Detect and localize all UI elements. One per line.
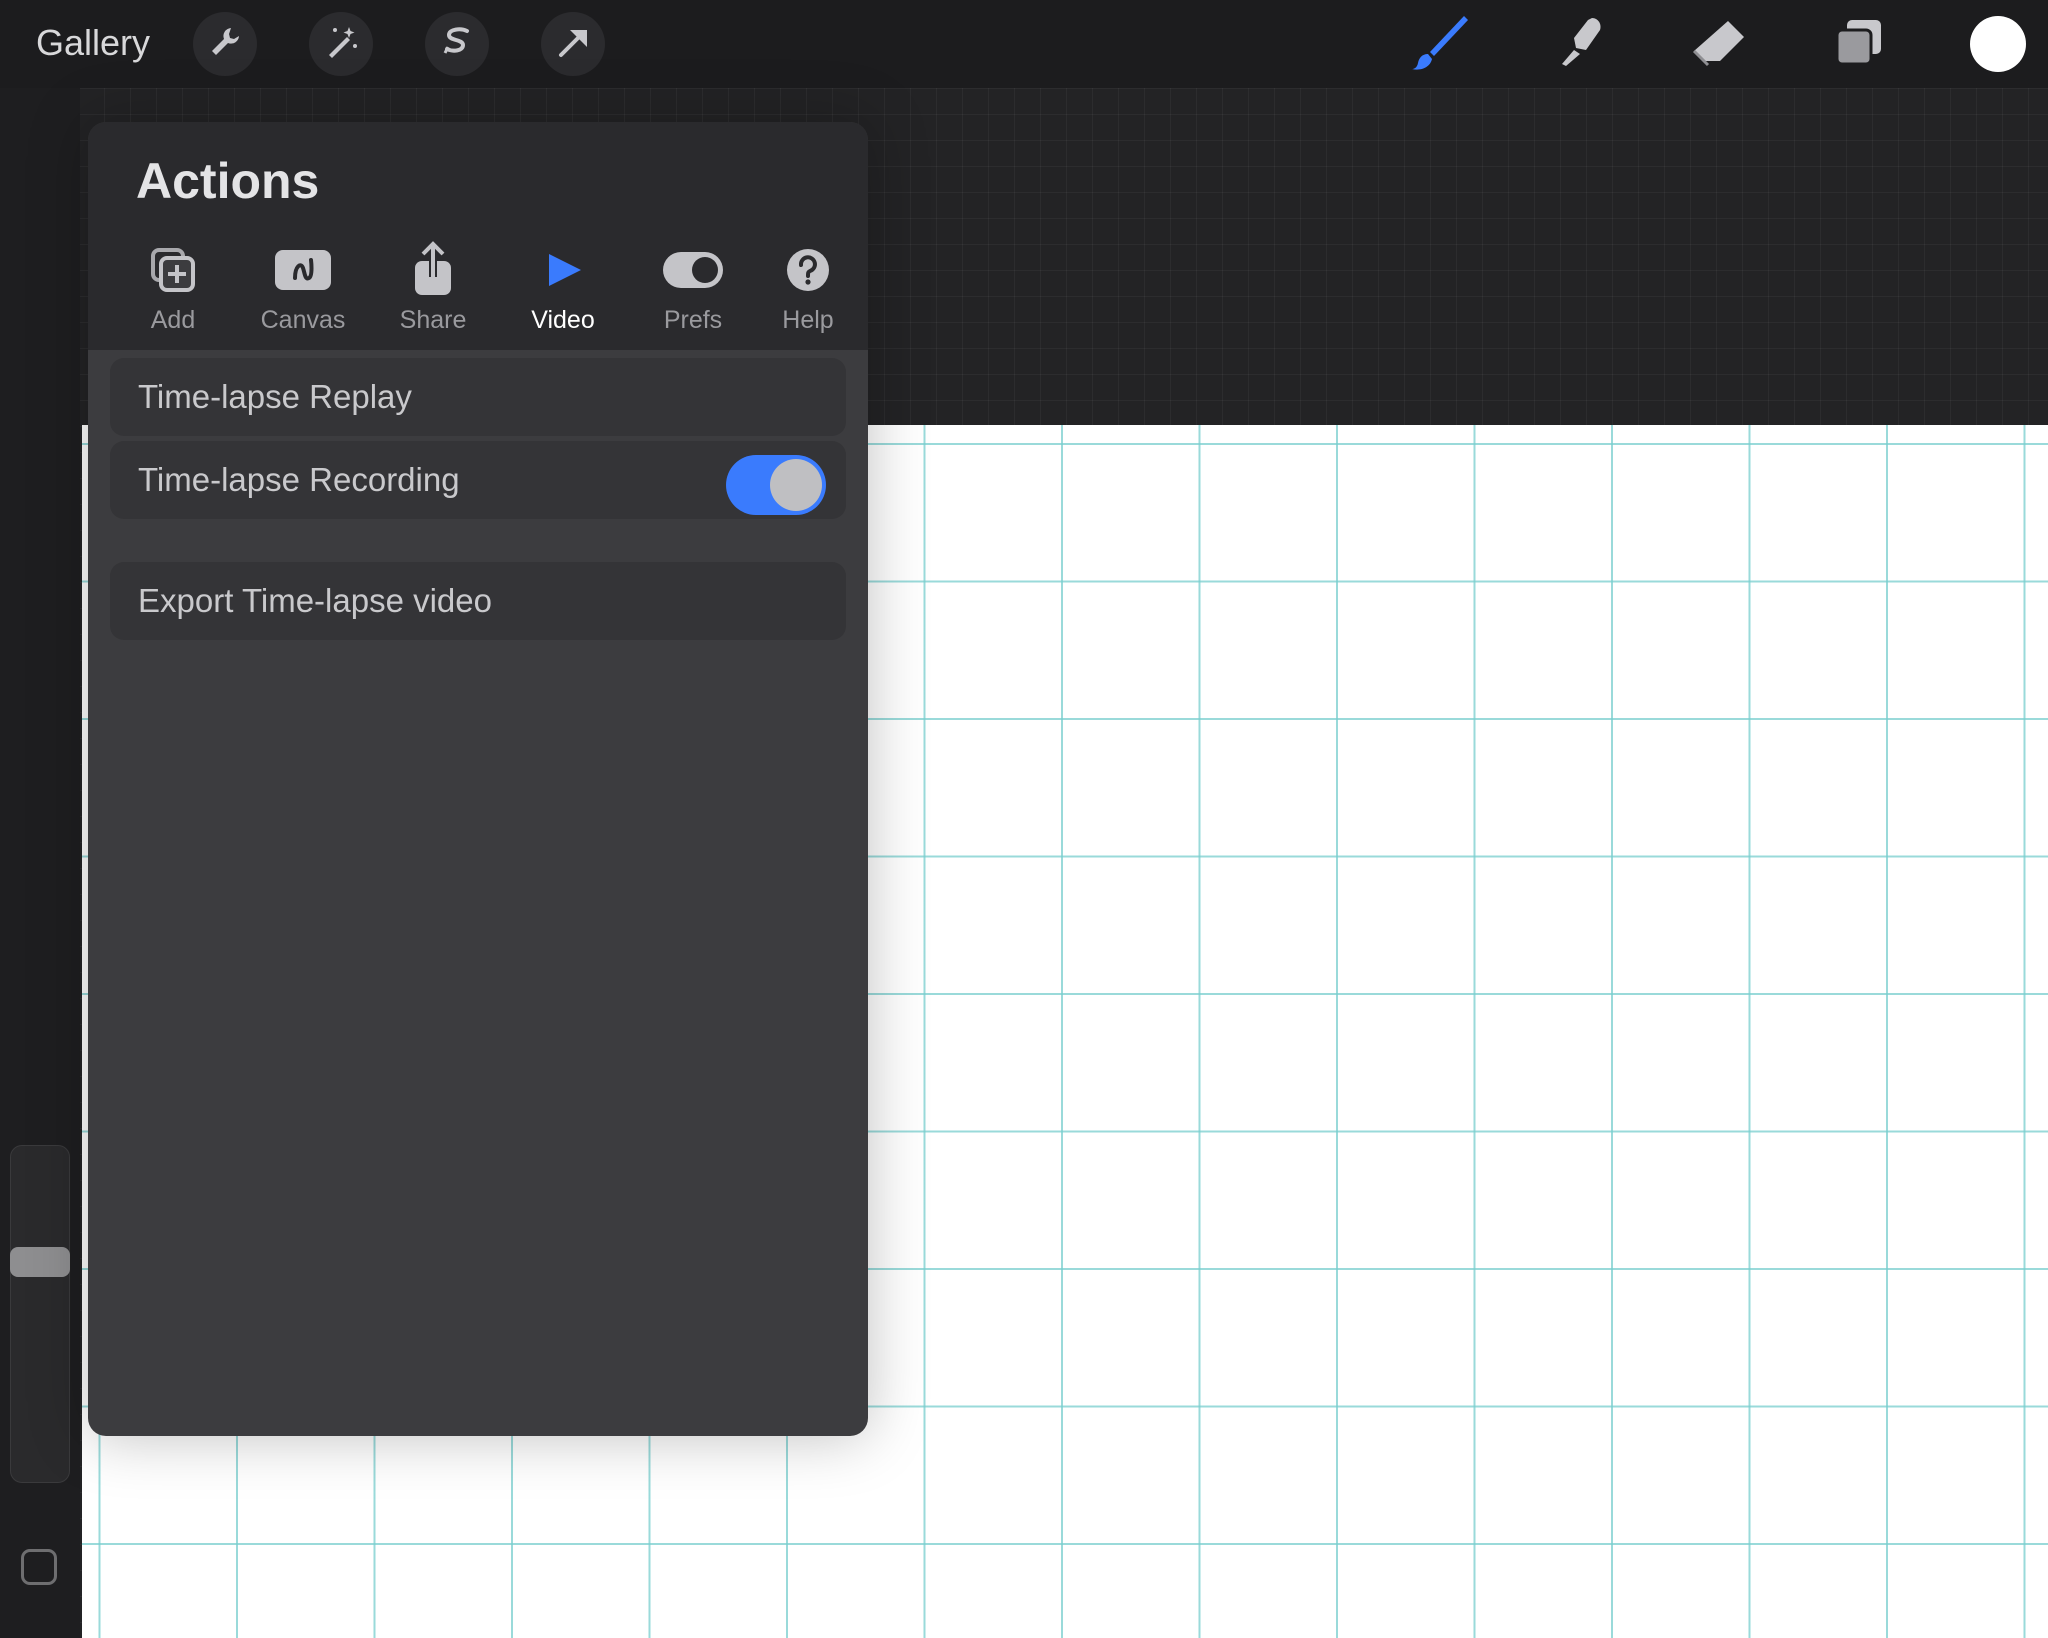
eraser-icon — [1690, 17, 1748, 72]
item-label: Export Time-lapse video — [138, 582, 492, 619]
add-icon — [149, 246, 197, 299]
export-time-lapse-item[interactable]: Export Time-lapse video — [110, 562, 846, 640]
layers-tool[interactable] — [1824, 12, 1894, 76]
tab-canvas[interactable]: Canvas — [238, 240, 368, 340]
eraser-tool[interactable] — [1684, 12, 1754, 76]
actions-panel-header: Actions Add Canvas Share Video Prefs Hel… — [88, 122, 868, 350]
color-picker-button[interactable] — [1970, 16, 2026, 72]
selection-button[interactable] — [425, 12, 489, 76]
tab-help[interactable]: Help — [758, 240, 858, 340]
brush-size-slider-handle[interactable] — [10, 1247, 70, 1277]
selection-icon — [437, 22, 477, 67]
help-icon — [785, 247, 831, 298]
play-icon — [543, 250, 583, 295]
top-toolbar: Gallery — [0, 0, 2048, 88]
toggle-icon — [661, 250, 725, 295]
canvas-icon — [273, 248, 333, 297]
transform-arrow-icon — [553, 22, 593, 67]
actions-button[interactable] — [193, 12, 257, 76]
item-label: Time-lapse Replay — [138, 378, 412, 415]
adjustments-button[interactable] — [309, 12, 373, 76]
tab-add[interactable]: Add — [108, 240, 238, 340]
tab-label: Add — [150, 306, 196, 334]
smudge-tool[interactable] — [1545, 12, 1615, 76]
tab-label: Help — [782, 306, 834, 334]
tab-share[interactable]: Share — [368, 240, 498, 340]
actions-panel: Actions Add Canvas Share Video Prefs Hel… — [88, 122, 868, 1436]
share-icon — [411, 240, 455, 304]
transform-button[interactable] — [541, 12, 605, 76]
time-lapse-replay-item[interactable]: Time-lapse Replay — [110, 358, 846, 436]
tab-label: Share — [399, 306, 467, 334]
tab-label: Video — [531, 306, 595, 334]
modify-button[interactable] — [21, 1549, 57, 1585]
tab-prefs[interactable]: Prefs — [628, 240, 758, 340]
smudge-icon — [1552, 14, 1608, 75]
time-lapse-recording-toggle[interactable] — [726, 455, 826, 515]
item-label: Time-lapse Recording — [138, 461, 460, 498]
tab-label: Prefs — [663, 306, 723, 334]
brush-size-slider[interactable] — [10, 1145, 70, 1483]
brush-tool[interactable] — [1405, 12, 1475, 76]
panel-title: Actions — [136, 153, 320, 209]
tab-video[interactable]: Video — [498, 240, 628, 340]
layers-icon — [1833, 16, 1885, 73]
tab-label: Canvas — [260, 306, 346, 334]
wrench-icon — [205, 22, 245, 67]
toggle-knob — [770, 459, 822, 511]
brush-icon — [1408, 12, 1472, 77]
time-lapse-recording-item: Time-lapse Recording — [110, 441, 846, 519]
gallery-button[interactable]: Gallery — [36, 22, 150, 64]
magic-wand-icon — [321, 22, 361, 67]
